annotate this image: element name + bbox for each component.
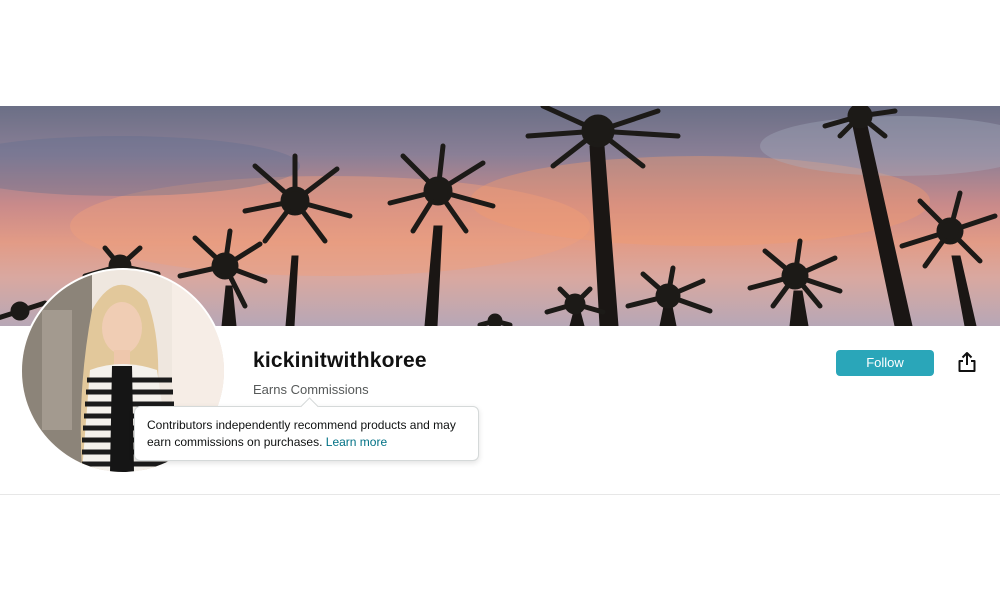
commissions-tooltip: Contributors independently recommend pro… — [134, 397, 479, 461]
earns-commissions-label[interactable]: Earns Commissions — [253, 382, 369, 397]
follow-button[interactable]: Follow — [836, 350, 934, 376]
tooltip-text: Contributors independently recommend pro… — [147, 418, 456, 449]
profile-card: kickinitwithkoree Earns Commissions Foll… — [0, 106, 1000, 495]
learn-more-link[interactable]: Learn more — [326, 435, 387, 449]
tooltip-arrow — [300, 397, 319, 416]
share-icon — [958, 352, 976, 372]
profile-username: kickinitwithkoree — [253, 349, 427, 372]
share-button[interactable] — [955, 350, 979, 374]
